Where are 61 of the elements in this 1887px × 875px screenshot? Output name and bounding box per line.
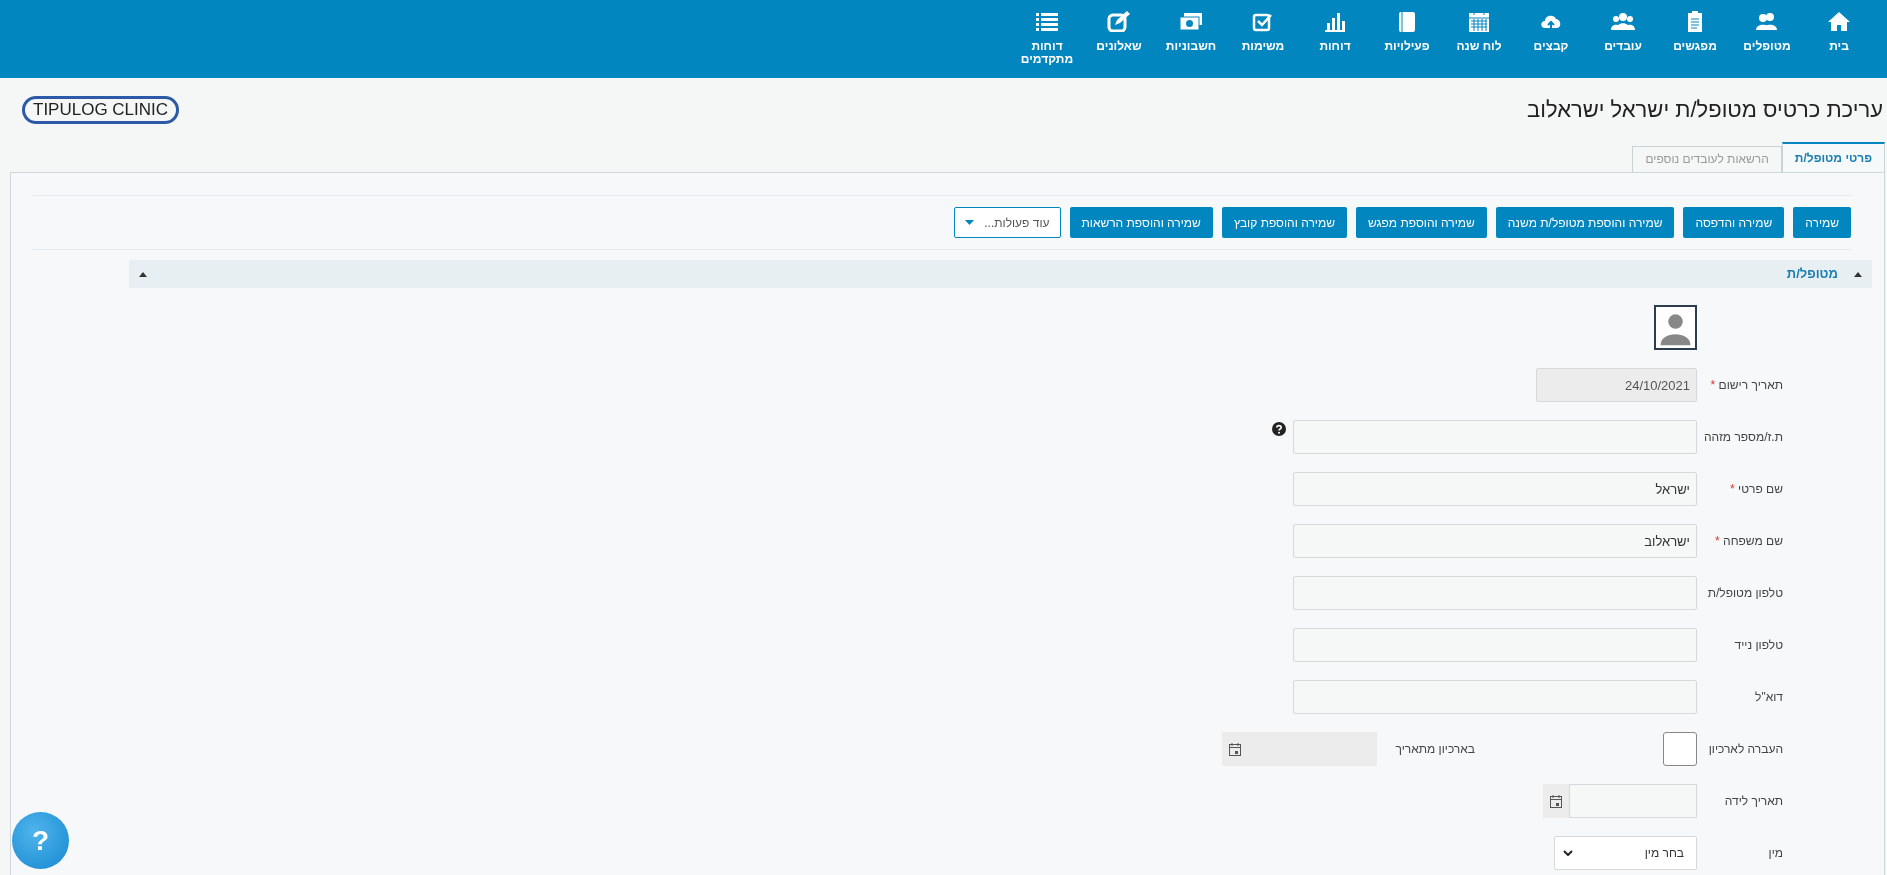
logo: TIPULOG CLINIC [22, 96, 180, 124]
field-label: שם פרטי * [1729, 481, 1783, 498]
field-label: שם משפחה * [1714, 533, 1783, 550]
field-label: טלפון נייד [1733, 637, 1783, 654]
nav-item[interactable]: דוחות [1299, 0, 1371, 78]
page-title: עריכת כרטיס מטופל/ת ישראל ישראלוב [1527, 96, 1883, 124]
list-icon [1035, 10, 1059, 32]
field-label: בארכיון מתאריך [1394, 741, 1475, 758]
nav-item[interactable]: משימות [1227, 0, 1299, 78]
field-label: תאריך לידה [1723, 793, 1783, 810]
nav-item[interactable]: חשבוניות [1155, 0, 1227, 78]
text-field[interactable]: ישראל [1293, 472, 1697, 506]
field-label: מין [1767, 845, 1783, 862]
date-field[interactable] [1569, 784, 1697, 818]
edit-icon [1107, 10, 1131, 32]
people-icon [1755, 10, 1779, 32]
nav-item[interactable]: פעילויות [1371, 0, 1443, 78]
nav-item[interactable]: קבצים [1515, 0, 1587, 78]
calendar-icon [1229, 742, 1241, 756]
tab[interactable]: פרטי מטופל/ת [1781, 142, 1885, 172]
action-button[interactable]: שמירה והוספת מפגש [1355, 207, 1487, 238]
nav-item[interactable]: דוחות מתקדמים [1011, 0, 1083, 78]
field-label: העברה לארכיון [1707, 741, 1783, 758]
nav-item[interactable]: לוח שנה [1443, 0, 1515, 78]
date-picker-button[interactable] [1543, 784, 1569, 818]
action-button[interactable]: שמירה [1793, 207, 1851, 238]
action-button[interactable]: שמירה והוספת קובץ [1221, 207, 1347, 238]
field-label: טלפון מטופל/ת [1706, 585, 1783, 602]
money-icon [1179, 10, 1203, 32]
nav-item[interactable]: שאלונים [1083, 0, 1155, 78]
text-field[interactable]: ישראלוב [1293, 524, 1697, 558]
avatar-icon [1654, 305, 1697, 350]
action-button[interactable]: שמירה והדפסה [1683, 207, 1785, 238]
date-picker-button[interactable] [1222, 732, 1248, 766]
group-icon [1611, 10, 1635, 32]
text-field[interactable] [1293, 420, 1697, 454]
text-field[interactable] [1293, 628, 1697, 662]
field-label: דוא"ל [1754, 689, 1783, 706]
home-icon [1827, 10, 1851, 32]
nav-item[interactable]: מטופלים [1731, 0, 1803, 78]
more-actions-dropdown[interactable]: עוד פעולות... [954, 207, 1061, 238]
field-label: תאריך רישום * [1709, 377, 1783, 394]
field-label: ת.ז/מספר מזהה [1703, 429, 1783, 446]
text-field[interactable] [1293, 680, 1697, 714]
text-field[interactable] [1293, 576, 1697, 610]
checkbox[interactable] [1663, 732, 1697, 766]
tab[interactable]: הרשאות לעובדים נוספים [1632, 146, 1782, 172]
calendar-icon [1550, 794, 1562, 808]
action-button[interactable]: שמירה והוספת מטופל/ת משנה [1495, 207, 1675, 238]
caret-icon [965, 220, 975, 225]
section-title: מטופל/ת [1786, 265, 1838, 284]
nav-item[interactable]: עובדים [1587, 0, 1659, 78]
select-dropdown[interactable]: בחר מין [1554, 836, 1697, 870]
action-button[interactable]: שמירה והוספת הרשאות [1069, 207, 1213, 238]
nav-item[interactable]: מפגשים [1659, 0, 1731, 78]
bar-chart-icon [1323, 10, 1347, 32]
help-icon [1272, 422, 1286, 436]
calendar-icon [1467, 10, 1491, 32]
chevron-down-icon [1563, 850, 1573, 856]
nav-item[interactable]: בית [1803, 0, 1875, 78]
section-header[interactable]: מטופל/ת [129, 260, 1872, 288]
